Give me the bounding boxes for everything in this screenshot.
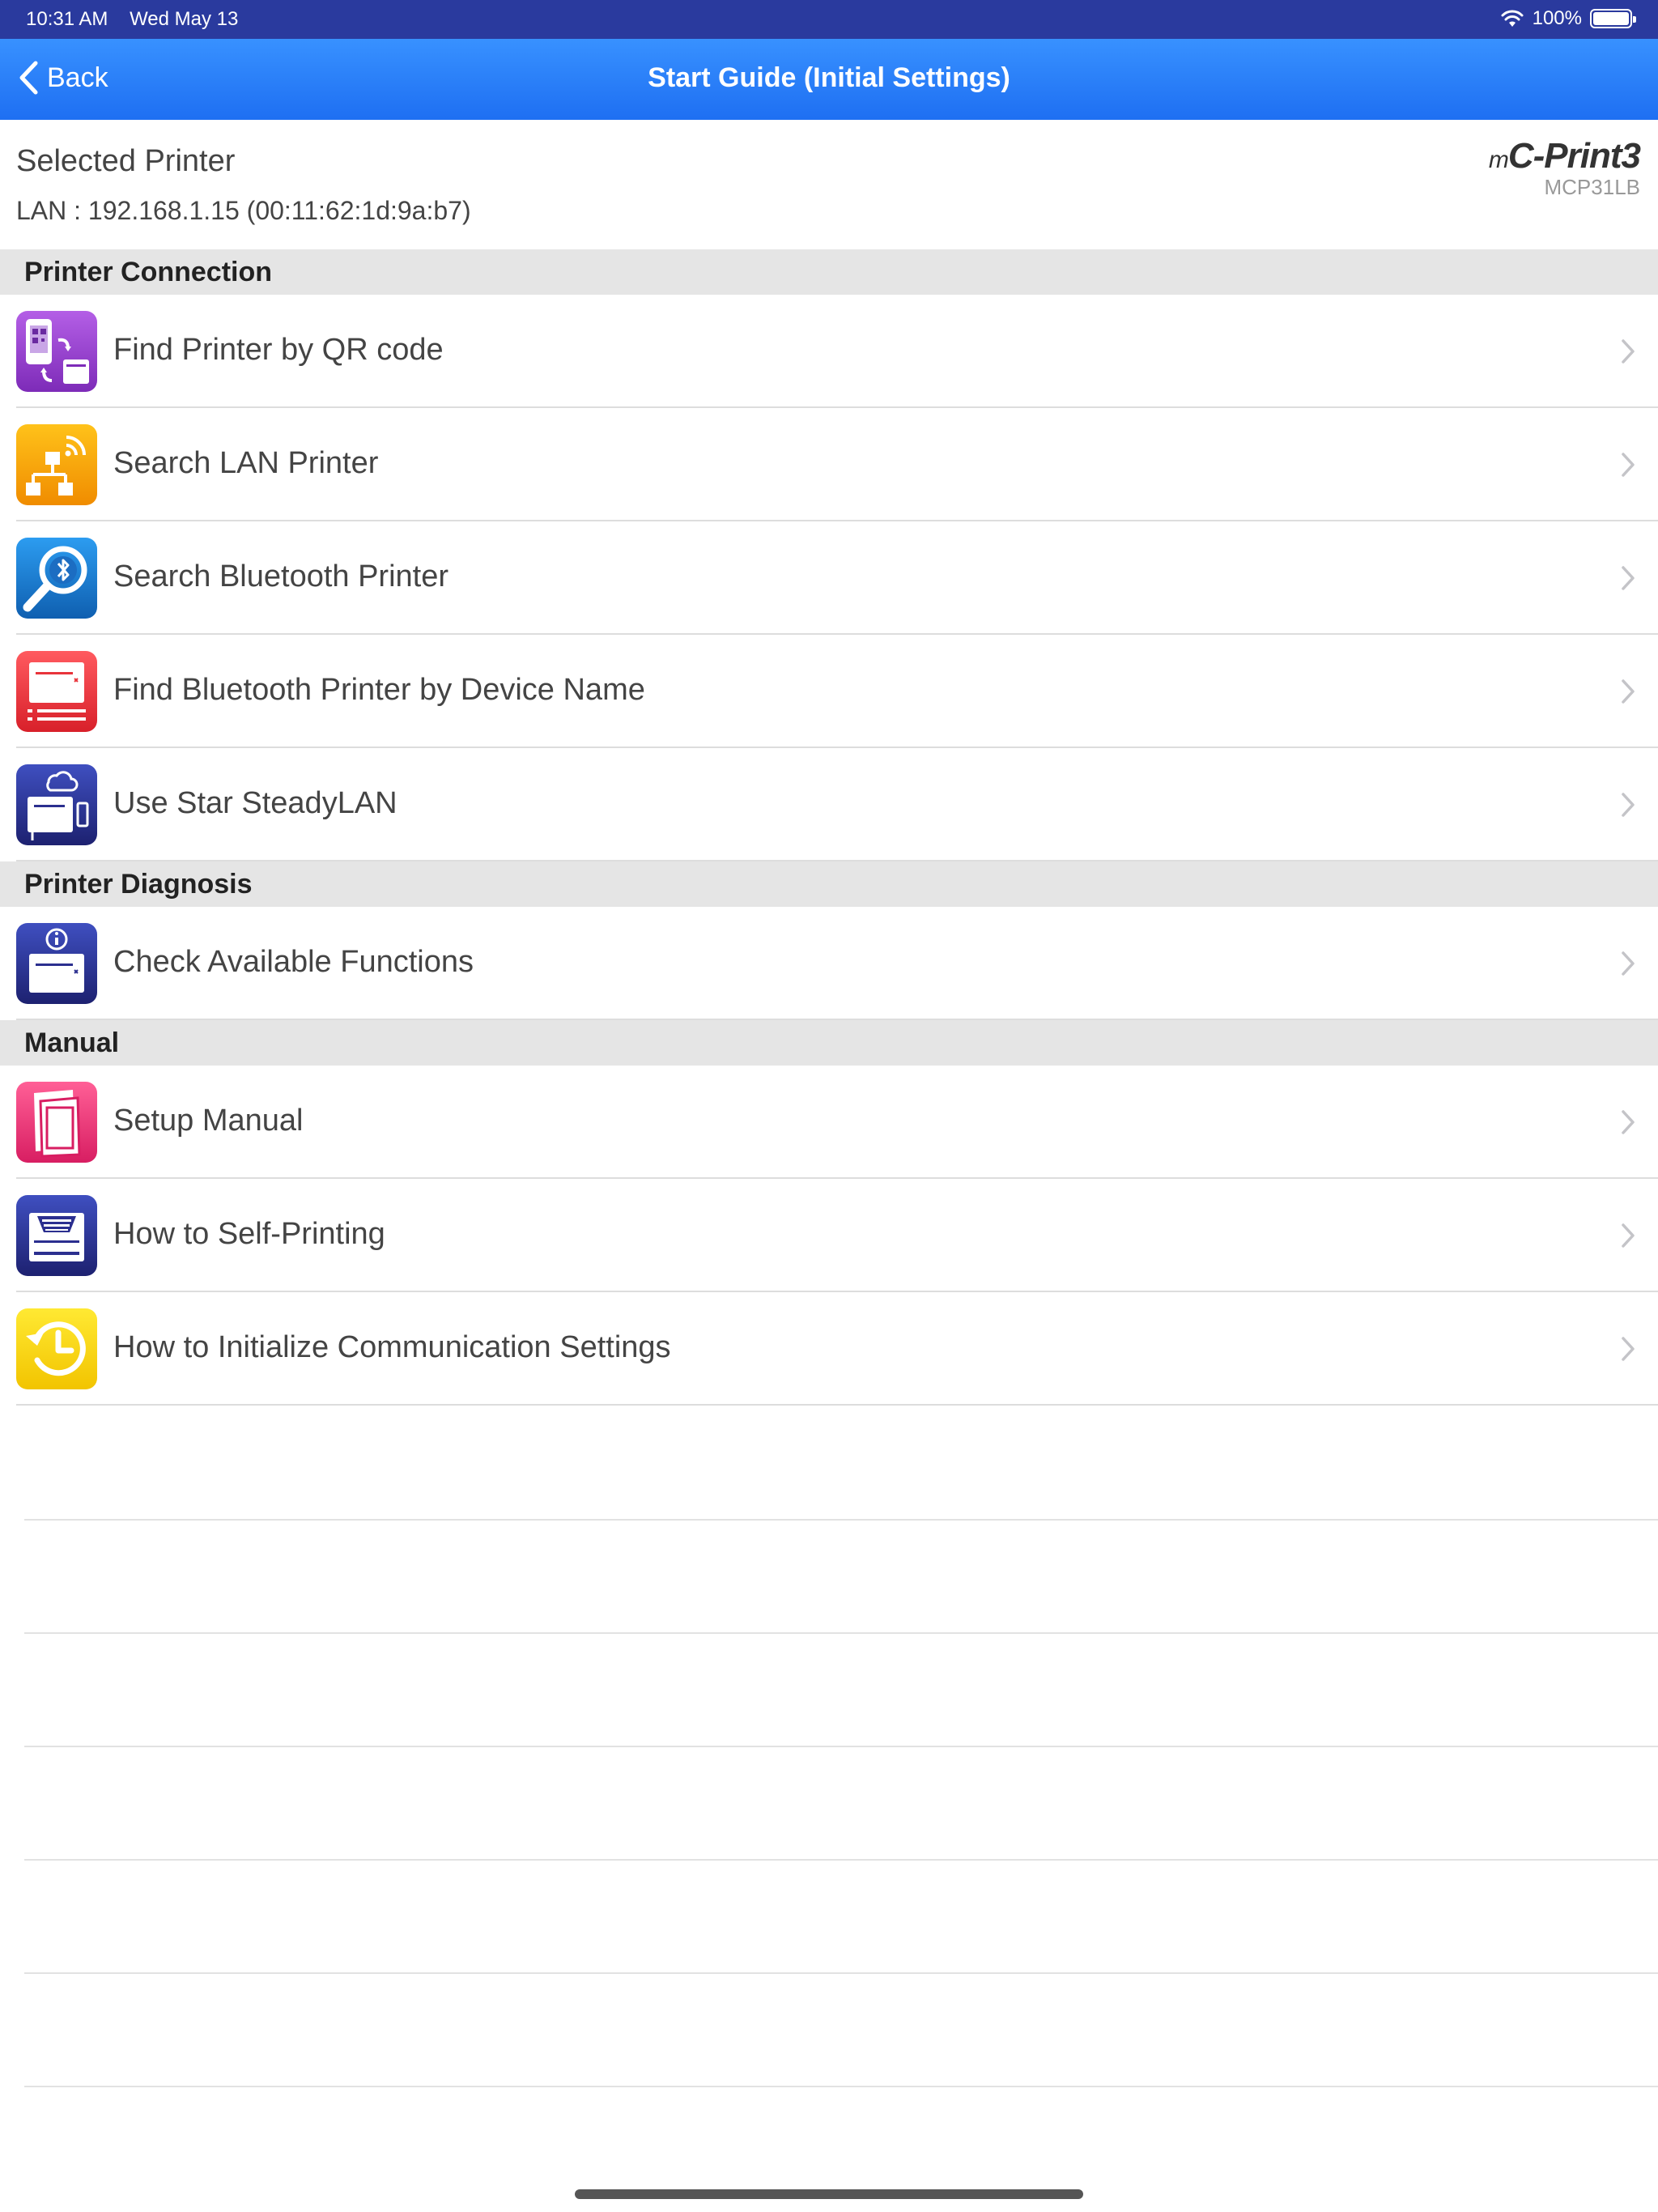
empty-row-separator (24, 1859, 1658, 1861)
page-title: Start Guide (Initial Settings) (648, 62, 1010, 93)
menu-row-label: How to Self-Printing (113, 1217, 385, 1251)
battery-icon (1590, 9, 1636, 28)
chevron-right-icon (1622, 566, 1635, 590)
empty-row-separator (24, 1746, 1658, 1747)
menu-row-label: Check Available Functions (113, 945, 474, 979)
printer-logo: mC-Print3 MCP31LB (1488, 136, 1641, 200)
menu-row-find-bluetooth-device-name[interactable]: Find Bluetooth Printer by Device Name (0, 635, 1658, 748)
qr-code-icon (16, 311, 97, 392)
menu-row-label: Search LAN Printer (113, 446, 379, 480)
empty-row-separator (24, 1519, 1658, 1521)
menu-row-label: How to Initialize Communication Settings (113, 1330, 671, 1364)
steadylan-icon (16, 764, 97, 845)
lan-network-icon (16, 424, 97, 505)
menu-row-label: Setup Manual (113, 1104, 304, 1138)
manual-book-icon (16, 1082, 97, 1163)
menu-row-steadylan[interactable]: Use Star SteadyLAN (0, 748, 1658, 861)
empty-row-separator (24, 1632, 1658, 1634)
section-header-printer-connection: Printer Connection (0, 249, 1658, 295)
selected-printer-address: LAN : 192.168.1.15 (00:11:62:1d:9a:b7) (16, 196, 471, 225)
printer-list-icon (16, 651, 97, 732)
chevron-right-icon (1622, 951, 1635, 976)
menu-row-find-printer-qr[interactable]: Find Printer by QR code (0, 295, 1658, 408)
menu-row-label: Search Bluetooth Printer (113, 559, 449, 593)
section-header-printer-diagnosis: Printer Diagnosis (0, 861, 1658, 907)
chevron-right-icon (1622, 1110, 1635, 1134)
menu-row-label: Find Bluetooth Printer by Device Name (113, 673, 645, 707)
selected-printer-panel: Selected Printer LAN : 192.168.1.15 (00:… (0, 120, 1658, 249)
wifi-icon (1501, 10, 1524, 27)
chevron-right-icon (1622, 1223, 1635, 1248)
status-time-date: 10:31 AM Wed May 13 (26, 8, 254, 31)
menu-row-setup-manual[interactable]: Setup Manual (0, 1066, 1658, 1179)
printer-info-icon (16, 923, 97, 1004)
logo-name: C-Print3 (1507, 136, 1641, 176)
selected-printer-label: Selected Printer (16, 144, 236, 178)
bluetooth-search-icon (16, 538, 97, 619)
home-indicator[interactable] (575, 2189, 1083, 2199)
chevron-right-icon (1622, 453, 1635, 477)
menu-row-search-bluetooth[interactable]: Search Bluetooth Printer (0, 521, 1658, 635)
chevron-right-icon (1622, 339, 1635, 364)
status-time: 10:31 AM (26, 8, 108, 30)
section-header-manual: Manual (0, 1020, 1658, 1066)
chevron-right-icon (1622, 793, 1635, 817)
menu-row-self-printing[interactable]: How to Self-Printing (0, 1179, 1658, 1292)
empty-row-separator (24, 1972, 1658, 1974)
logo-prefix: m (1488, 147, 1509, 173)
chevron-right-icon (1622, 679, 1635, 704)
menu-row-search-lan[interactable]: Search LAN Printer (0, 408, 1658, 521)
printer-model: MCP31LB (1544, 175, 1641, 199)
menu-row-label: Use Star SteadyLAN (113, 786, 397, 820)
status-bar: 10:31 AM Wed May 13 100% (0, 0, 1658, 39)
reset-clock-icon (16, 1308, 97, 1389)
self-print-icon (16, 1195, 97, 1276)
menu-row-initialize-communication[interactable]: How to Initialize Communication Settings (0, 1292, 1658, 1406)
chevron-right-icon (1622, 1337, 1635, 1361)
status-indicators: 100% (1500, 7, 1636, 30)
empty-row-separator (24, 2086, 1658, 2087)
navigation-bar: Back Start Guide (Initial Settings) (0, 39, 1658, 120)
menu-row-label: Find Printer by QR code (113, 333, 444, 367)
menu-row-check-functions[interactable]: Check Available Functions (0, 907, 1658, 1020)
battery-percent: 100% (1532, 7, 1582, 29)
status-date: Wed May 13 (130, 8, 239, 30)
